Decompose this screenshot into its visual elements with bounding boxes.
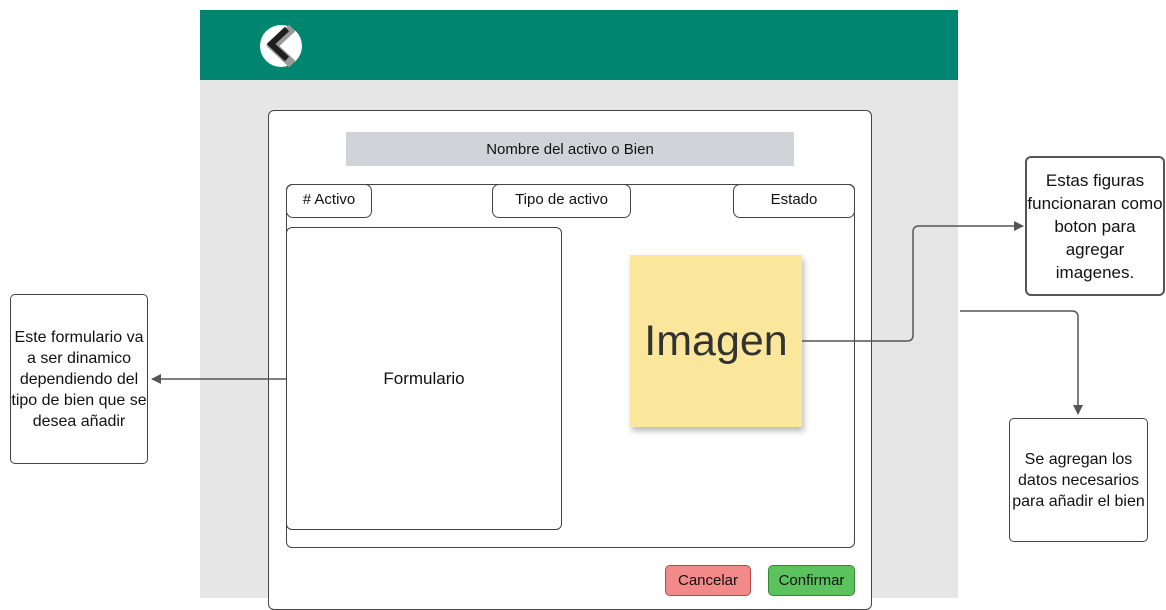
data-annotation-text: Se agregan los datos necesarios para aña… [1012, 450, 1145, 510]
asset-number-field[interactable]: # Activo [286, 184, 372, 218]
asset-name-title[interactable]: Nombre del activo o Bien [346, 132, 794, 166]
add-image-button[interactable]: Imagen [630, 255, 802, 427]
form-annotation: Este formulario va a ser dinamico depend… [10, 294, 148, 464]
app-header [200, 10, 958, 80]
dynamic-form-area[interactable]: Formulario [286, 227, 562, 530]
asset-type-field[interactable]: Tipo de activo [492, 184, 631, 218]
cancel-button[interactable]: Cancelar [665, 565, 751, 596]
back-chevron-icon[interactable] [258, 23, 304, 69]
data-annotation: Se agregan los datos necesarios para aña… [1009, 418, 1148, 542]
confirm-button[interactable]: Confirmar [768, 565, 855, 596]
image-annotation-text: Estas figuras funcionaran como boton par… [1027, 170, 1163, 282]
image-annotation: Estas figuras funcionaran como boton par… [1025, 156, 1165, 296]
data-connector-arrow [960, 310, 1083, 415]
asset-status-field[interactable]: Estado [733, 184, 855, 218]
form-annotation-text: Este formulario va a ser dinamico depend… [11, 328, 147, 430]
